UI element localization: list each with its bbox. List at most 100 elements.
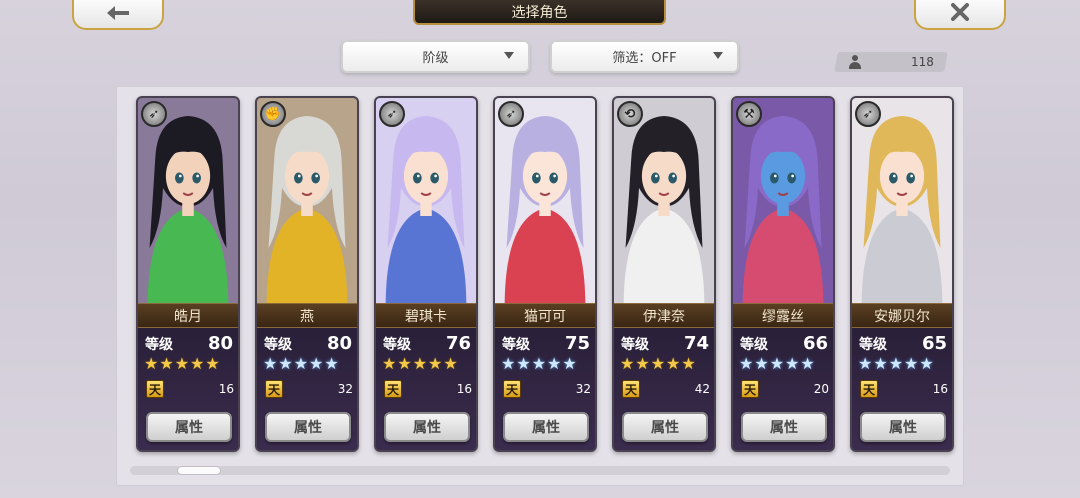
attributes-button[interactable]: 属性 [265,412,351,442]
tian-badge-icon: 天 [265,380,283,398]
tian-row: 天 32 [265,380,353,398]
rank-sort-dropdown[interactable]: 阶级 [341,40,530,73]
star-rating: ★ ★ ★ ★ ★ [382,356,458,372]
character-portrait[interactable]: ➶ [138,98,238,308]
character-name: 皓月 [138,303,238,328]
chevron-down-icon [713,52,723,59]
star-icon: ★ [858,354,873,373]
scrollbar-thumb[interactable] [177,466,221,475]
filter-label: 筛选：OFF [612,51,677,66]
level-value: 74 [683,333,709,354]
character-count-value: 118 [911,55,934,69]
level-row: 等级 66 [740,333,828,354]
character-name: 安娜贝尔 [852,303,952,328]
tian-badge-icon: 天 [384,380,402,398]
level-label: 等级 [264,337,292,353]
star-icon: ★ [547,354,562,373]
character-card[interactable]: ⚒ 缪露丝等级 66 ★ ★ ★ ★ ★ 天 20 属性 [731,96,835,452]
tian-value: 32 [575,382,591,396]
star-icon: ★ [144,354,159,373]
star-icon: ★ [443,354,458,373]
tian-badge-icon: 天 [860,380,878,398]
star-icon: ★ [205,354,220,373]
star-icon: ★ [650,354,666,373]
star-rating: ★ ★ ★ ★ ★ [620,356,696,372]
tian-row: 天 16 [384,380,472,398]
star-icon: ★ [531,354,547,373]
attributes-button[interactable]: 属性 [146,412,232,442]
star-icon: ★ [620,354,635,373]
level-value: 76 [445,333,471,354]
tian-row: 天 20 [741,380,829,398]
star-icon: ★ [873,354,888,373]
person-icon [848,55,862,69]
character-portrait[interactable]: ➶ [376,98,476,308]
star-icon: ★ [516,354,531,373]
star-icon: ★ [428,354,443,373]
character-portrait[interactable]: ⟲ [614,98,714,308]
character-card[interactable]: ➶ 皓月 等级 80 ★ ★ ★ ★ ★ 天 16 属性 [136,96,240,452]
character-stats: 等级 80 ★ ★ ★ ★ ★ 天 16 属性 [138,328,238,450]
filter-dropdown[interactable]: 筛选：OFF [550,40,739,73]
attributes-button[interactable]: 属性 [384,412,470,442]
character-card[interactable]: ➶ 安娜贝尔 等级 65 ★ ★ ★ ★ ★ 天 16 属性 [850,96,954,452]
attributes-button[interactable]: 属性 [503,412,589,442]
character-portrait[interactable]: ✊ [257,98,357,308]
character-card[interactable]: ✊ 燕等级 80 ★ ★ ★ ★ ★ 天 32 属性 [255,96,359,452]
level-label: 等级 [383,337,411,353]
back-button[interactable] [72,0,164,30]
level-row: 等级 65 [859,333,947,354]
level-row: 等级 76 [383,333,471,354]
character-card[interactable]: ➶ 猫可可 等级 75 ★ ★ ★ ★ ★ 天 32 属性 [493,96,597,452]
character-portrait[interactable]: ➶ [852,98,952,308]
star-icon: ★ [562,354,577,373]
tian-row: 天 42 [622,380,710,398]
character-name: 碧琪卡 [376,303,476,328]
tian-badge-icon: 天 [741,380,759,398]
bow-icon: ➶ [855,101,881,127]
star-icon: ★ [412,354,428,373]
star-icon: ★ [800,354,815,373]
character-portrait[interactable]: ⚒ [733,98,833,308]
attributes-button[interactable]: 属性 [622,412,708,442]
star-rating: ★ ★ ★ ★ ★ [501,356,577,372]
tian-value: 16 [456,382,472,396]
level-value: 80 [326,333,352,354]
star-icon: ★ [309,354,324,373]
character-stats: 等级 65 ★ ★ ★ ★ ★ 天 16 属性 [852,328,952,450]
character-count: 118 [834,52,948,72]
back-arrow-icon [105,2,131,26]
star-icon: ★ [666,354,681,373]
tian-value: 42 [694,382,710,396]
character-portrait[interactable]: ➶ [495,98,595,308]
level-label: 等级 [502,337,530,353]
character-card[interactable]: ⟲ 伊津奈 等级 74 ★ ★ ★ ★ ★ 天 42 属性 [612,96,716,452]
star-icon: ★ [278,354,293,373]
level-value: 66 [802,333,828,354]
character-list: ➶ 皓月 等级 80 ★ ★ ★ ★ ★ 天 16 属性 ✊ 燕等级 80 ★ ★ ★ ★ ★ 天 32 属性 ➶ 碧琪卡 等级 7… [136,96,954,452]
bow-icon: ➶ [379,101,405,127]
tian-value: 32 [337,382,353,396]
star-rating: ★ ★ ★ ★ ★ [739,356,815,372]
star-icon: ★ [159,354,174,373]
tian-value: 16 [218,382,234,396]
close-button[interactable] [914,0,1006,30]
character-panel: ➶ 皓月 等级 80 ★ ★ ★ ★ ★ 天 16 属性 ✊ 燕等级 80 ★ ★ ★ ★ ★ 天 32 属性 ➶ 碧琪卡 等级 7… [116,86,964,486]
star-icon: ★ [785,354,800,373]
star-icon: ★ [681,354,696,373]
tian-badge-icon: 天 [146,380,164,398]
star-icon: ★ [904,354,919,373]
star-rating: ★ ★ ★ ★ ★ [858,356,934,372]
attributes-button[interactable]: 属性 [860,412,946,442]
star-icon: ★ [324,354,339,373]
tian-badge-icon: 天 [622,380,640,398]
fist-icon: ✊ [260,101,286,127]
bow-icon: ➶ [141,101,167,127]
character-stats: 等级 66 ★ ★ ★ ★ ★ 天 20 属性 [733,328,833,450]
close-x-icon [951,2,969,26]
character-card[interactable]: ➶ 碧琪卡等级 76 ★ ★ ★ ★ ★ 天 16 属性 [374,96,478,452]
character-name: 缪露丝 [733,303,833,328]
attributes-button[interactable]: 属性 [741,412,827,442]
level-row: 等级 74 [621,333,709,354]
horizontal-scrollbar[interactable] [130,466,950,475]
